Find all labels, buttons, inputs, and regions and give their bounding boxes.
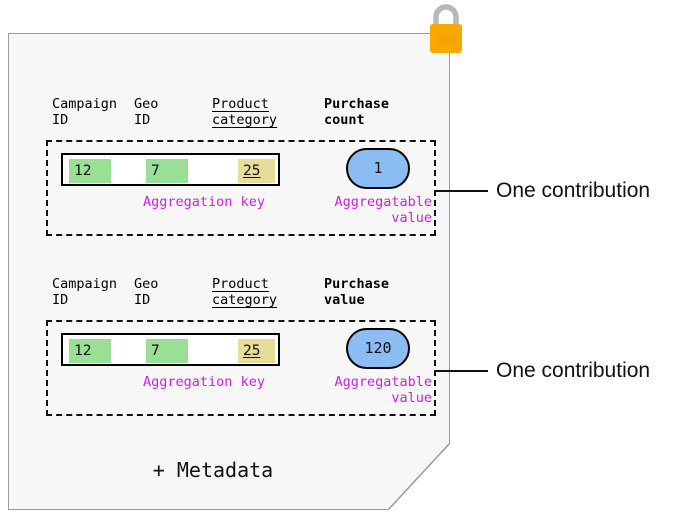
- aggregation-key-box-1: 12 7 25: [61, 153, 280, 186]
- cell-geo-id-2: 7: [146, 339, 188, 363]
- cell-geo-id-1: 7: [146, 159, 188, 183]
- callout-leader-line-1: [434, 190, 488, 192]
- cell-campaign-id-2: 12: [69, 339, 111, 363]
- callout-label-1: One contribution: [496, 179, 651, 202]
- contribution-row-1: Campaign ID Geo ID Product category Purc…: [46, 96, 436, 236]
- aggregation-key-label-1: Aggregation key: [143, 194, 265, 210]
- callout-leader-line-2: [434, 370, 488, 372]
- cell-product-category-1: 25: [238, 159, 275, 183]
- header-geo-id: Geo ID: [134, 96, 159, 128]
- contribution-boundary-2: 12 7 25 120 Aggregation key Aggregatable…: [46, 320, 436, 416]
- callout-label-2: One contribution: [496, 359, 651, 382]
- metadata-label: + Metadata: [152, 458, 274, 482]
- aggregatable-value-pill-1: 1: [346, 148, 410, 189]
- header-product-category: Product category: [212, 96, 278, 128]
- header-product-category-2: Product category: [212, 276, 278, 308]
- column-headers-2: Campaign ID Geo ID Product category Purc…: [46, 276, 436, 320]
- header-purchase-value: Purchase value: [324, 276, 390, 308]
- contribution-row-2: Campaign ID Geo ID Product category Purc…: [46, 276, 436, 416]
- header-geo-id-2: Geo ID: [134, 276, 159, 308]
- cell-product-category-2: 25: [238, 339, 275, 363]
- header-campaign-id-2: Campaign ID: [52, 276, 118, 308]
- header-purchase-count: Purchase count: [324, 96, 390, 128]
- column-headers-1: Campaign ID Geo ID Product category Purc…: [46, 96, 436, 140]
- aggregation-key-label-2: Aggregation key: [143, 374, 265, 390]
- header-campaign-id: Campaign ID: [52, 96, 118, 128]
- padlock-icon: [430, 4, 462, 53]
- aggregatable-value-label-1: Aggregatable value: [334, 194, 432, 226]
- aggregation-key-box-2: 12 7 25: [61, 333, 280, 366]
- aggregatable-value-label-2: Aggregatable value: [334, 374, 432, 406]
- contribution-boundary-1: 12 7 25 1 Aggregation key Aggregatable v…: [46, 140, 436, 236]
- aggregatable-value-pill-2: 120: [346, 328, 410, 369]
- cell-campaign-id-1: 12: [69, 159, 111, 183]
